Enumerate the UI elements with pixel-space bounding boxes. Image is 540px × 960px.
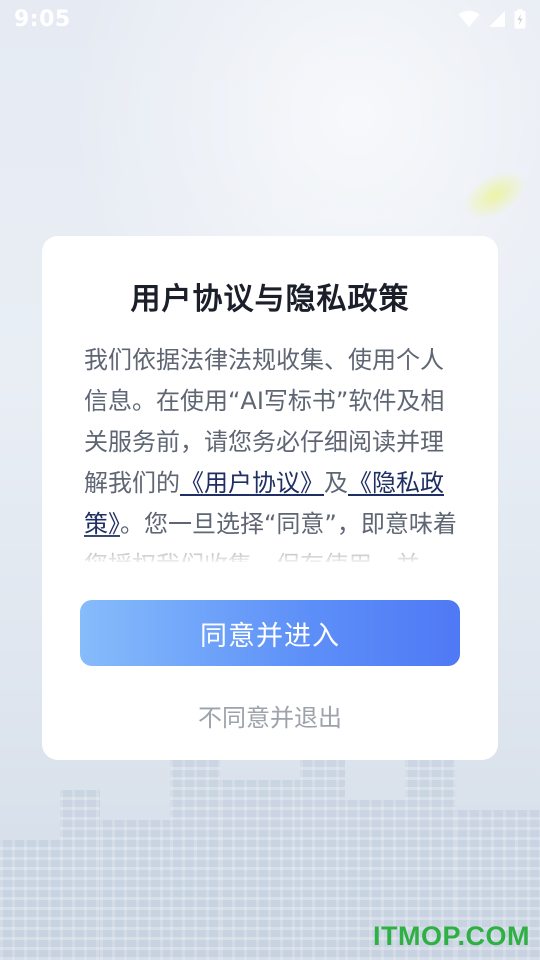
watermark-logo: ITMOP.COM [372,921,530,951]
agree-button[interactable]: 同意并进入 [80,600,460,666]
status-time: 9:05 [14,6,71,32]
status-bar: 9:05 [0,0,540,38]
status-icons [458,9,526,29]
user-agreement-link[interactable]: 《用户协议》 [180,469,324,497]
body-text-and: 及 [324,469,348,497]
signal-icon [488,10,506,28]
dialog-body-text[interactable]: 我们依据法律法规收集、使用个人信息。在使用“AI写标书”软件及相关服务前，请您务… [84,340,459,562]
wifi-icon [458,10,480,28]
consent-dialog: 用户协议与隐私政策 我们依据法律法规收集、使用个人信息。在使用“AI写标书”软件… [42,236,498,760]
dialog-title: 用户协议与隐私政策 [130,282,410,317]
battery-charging-icon [514,9,526,29]
body-fade-overlay [84,532,459,562]
decline-button[interactable]: 不同意并退出 [42,698,498,733]
